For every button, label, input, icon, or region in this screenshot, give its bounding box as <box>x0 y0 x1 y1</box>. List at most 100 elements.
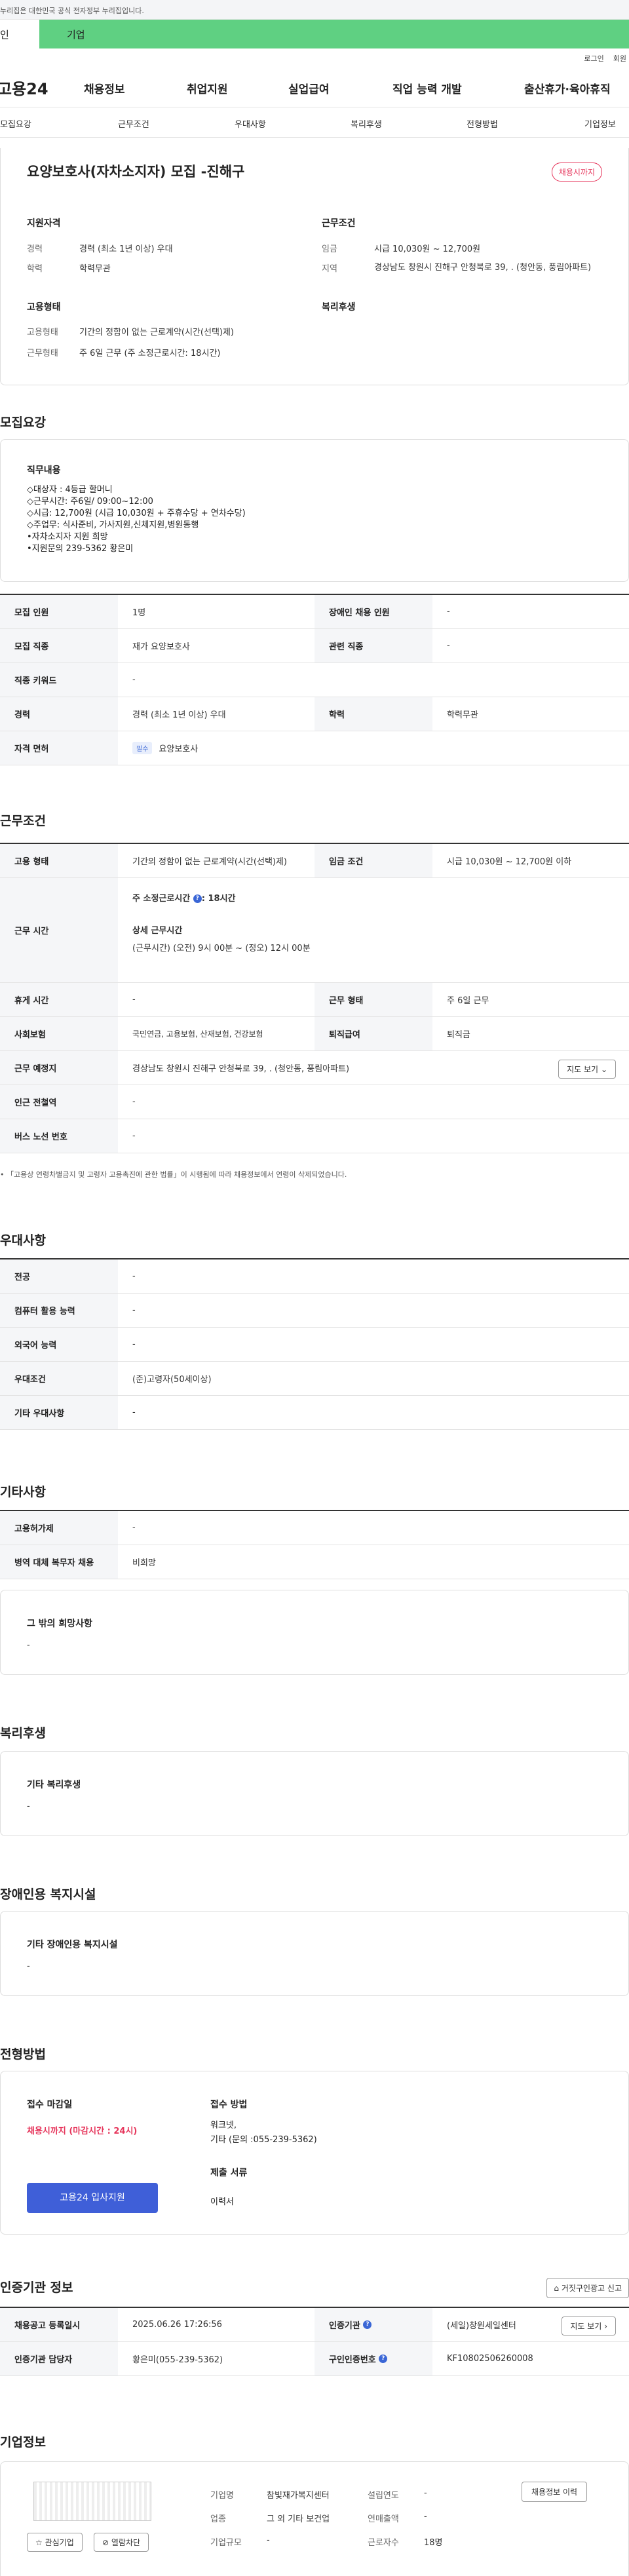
anchor-welfare[interactable]: 복리후생 <box>351 117 382 130</box>
table-row: 고용 형태 기간의 정함이 없는 근로계약(시간(선택)제) 임금 조건 시급 10… <box>0 844 629 878</box>
tab-individual[interactable]: 인 <box>0 20 39 48</box>
est-label: 설립연도 <box>368 2491 399 2501</box>
table-header-cell: 우대조건 <box>0 1362 118 1395</box>
anchor-conditions[interactable]: 근무조건 <box>118 117 149 130</box>
info-icon[interactable]: ? <box>363 2320 372 2329</box>
wage-value: 시급 10,030원 ~ 12,700원 <box>374 244 481 254</box>
deadline-title: 접수 마감일 <box>27 2100 73 2110</box>
table-cell: KF10802506260008 <box>447 2354 533 2364</box>
table-header-cell: 인근 전철역 <box>0 1085 118 1119</box>
table-cell: 퇴직금 <box>447 1030 470 1040</box>
history-button[interactable]: 채용정보 이력 <box>522 2482 588 2502</box>
table-header-cell: 고용 형태 <box>0 844 118 877</box>
company-logo <box>33 2482 151 2521</box>
anchor-process[interactable]: 전형방법 <box>467 117 498 130</box>
table-header-cell: 관련 직종 <box>314 629 432 663</box>
conditions-heading: 근무조건 <box>0 814 46 828</box>
table-cell: - <box>132 1097 136 1107</box>
duty-lines: ◇대상자 : 4등급 할머니 ◇근무시간: 주6일/ 09:00~12:00 ◇… <box>27 484 246 555</box>
info-icon[interactable]: ? <box>193 894 202 903</box>
table-cell: 비희망 <box>132 1558 156 1568</box>
table-header-cell: 임금 조건 <box>314 844 432 877</box>
table-cell: 학력무관 <box>447 710 478 720</box>
table-cell: 주 6일 근무 <box>447 996 489 1006</box>
map-button[interactable]: 지도 보기 ⌄ <box>558 1060 616 1079</box>
anchor-company[interactable]: 기업정보 <box>584 117 616 130</box>
site-logo[interactable]: 고용24 <box>0 76 83 99</box>
table-row: 사회보험 국민연금, 고용보험, 산재보험, 건강보험 퇴직급여 퇴직금 <box>0 1017 629 1051</box>
table-header-cell: 인증기관 담당자 <box>0 2342 118 2375</box>
disabled-value: - <box>27 1961 30 1971</box>
hours-cell: 주 소정근로시간 ?: 18시간 상세 근무시간 (근무시간) (오전) 9시 … <box>118 878 629 982</box>
gnb-item-training[interactable]: 직업 능력 개발 <box>392 80 462 96</box>
license-value: 요양보호사 <box>159 744 199 754</box>
block-icon: ⊘ <box>102 2538 109 2547</box>
org-value: (세일)창원세일센터 <box>447 2321 516 2331</box>
preference-table: 전공 - 컴퓨터 활용 능력 - 외국어 능력 - 우대조건 (준)고령자(50세이상)… <box>0 1258 629 1430</box>
table-cell: - <box>132 995 136 1005</box>
gnb-item-leave[interactable]: 출산휴가·육아휴직 <box>524 80 611 96</box>
table-row: 고용허가제 - <box>0 1511 629 1545</box>
age-note-text: 「고용상 연령차별금지 및 고령자 고용촉진에 관한 법률」이 시행됨에 따라 … <box>7 1170 347 1179</box>
table-cell: - <box>132 675 136 685</box>
chevron-right-icon: › <box>604 2322 607 2331</box>
table-cell: 국민연금, 고용보험, 산재보험, 건강보험 <box>132 1029 263 1039</box>
table-row: 컴퓨터 활용 능력 - <box>0 1294 629 1328</box>
login-link[interactable]: 로그인 <box>584 53 603 64</box>
edu-value: 학력무관 <box>79 264 111 274</box>
gnb-item-jobs[interactable]: 채용정보 <box>84 80 125 96</box>
deadline-badge: 채용시까지 <box>551 163 602 182</box>
block-button[interactable]: ⊘ 열람차단 <box>94 2533 149 2552</box>
career-label: 경력 <box>27 244 43 254</box>
etc-heading: 기타사항 <box>0 1485 46 1499</box>
anchor-preference[interactable]: 우대사항 <box>235 117 266 130</box>
table-header-cell: 구인인증번호 ? <box>314 2342 432 2375</box>
etc-table: 고용허가제 - 병역 대체 복무자 채용 비희망 <box>0 1510 629 1579</box>
gov-banner-text: 누리집은 대한민국 공식 전자정부 누리집입니다. <box>0 7 144 15</box>
anchor-recruit[interactable]: 모집요강 <box>0 117 31 130</box>
table-row: 병역 대체 복무자 채용 비희망 <box>0 1545 629 1579</box>
table-row: 기타 우대사항 - <box>0 1396 629 1430</box>
table-header-cell: 버스 노선 번호 <box>0 1119 118 1153</box>
agency-map-button[interactable]: 지도 보기 › <box>562 2316 616 2336</box>
gnb-item-support[interactable]: 취업지원 <box>187 80 228 96</box>
gov-banner: 누리집은 대한민국 공식 전자정부 누리집입니다. <box>0 0 629 20</box>
emptype-value: 기간의 정함이 없는 근로계약(시간(선택)제) <box>79 328 235 337</box>
table-header-cell: 모집 직종 <box>0 629 118 663</box>
hours-main-value: : 18시간 <box>201 894 236 904</box>
info-icon[interactable]: ? <box>379 2355 388 2363</box>
join-link[interactable]: 회원 <box>613 53 626 64</box>
duty-card: 직무내용 ◇대상자 : 4등급 할머니 ◇근무시간: 주6일/ 09:00~12… <box>0 439 629 582</box>
disabled-heading: 장애인용 복지시설 <box>0 1887 96 1902</box>
duty-title: 직무내용 <box>27 465 61 476</box>
agency-map-button-label: 지도 보기 <box>570 2322 602 2331</box>
other-wish-card: 그 밖의 희망사항 - <box>0 1590 629 1675</box>
tab-business[interactable]: 기업 <box>39 20 629 48</box>
duty-line: •자차소지자 지원 희망 <box>27 532 108 542</box>
welfare-title: 기타 복리후생 <box>27 1780 81 1790</box>
table-cell: 재가 요양보호사 <box>132 642 190 652</box>
gnb-item-benefit[interactable]: 실업급여 <box>288 80 330 96</box>
table-row: 버스 노선 번호 - <box>0 1119 629 1153</box>
hours-main-label: 주 소정근로시간 <box>132 894 191 904</box>
table-header-cell: 기타 우대사항 <box>0 1396 118 1429</box>
table-cell: - <box>132 1523 136 1533</box>
table-row: 전공 - <box>0 1259 629 1294</box>
career-value: 경력 (최소 1년 이상) 우대 <box>79 244 173 254</box>
other-wish-value: - <box>27 1640 30 1650</box>
apply-button[interactable]: 고용24 입사지원 <box>27 2183 158 2213</box>
method-lines: 워크넷, 기타 (문의 :055-239-5362) <box>210 2119 317 2147</box>
duty-line: ◇대상자 : 4등급 할머니 <box>27 485 113 495</box>
org-cell: (세일)창원세일센터 지도 보기 › <box>432 2308 629 2341</box>
welfare-card: 기타 복리후생 - <box>0 1751 629 1836</box>
method-title: 접수 방법 <box>210 2100 248 2110</box>
report-button-label: 거짓구인광고 신고 <box>561 2284 622 2293</box>
process-heading: 전형방법 <box>0 2047 46 2062</box>
interest-button[interactable]: ☆ 관심기업 <box>27 2533 83 2552</box>
table-row: 근무 예정지 경상남도 창원시 진해구 안청북로 39, . (청안동, 풍림아… <box>0 1051 629 1085</box>
table-header-cell: 전공 <box>0 1259 118 1293</box>
cond-heading: 근무조건 <box>322 218 356 229</box>
docs-value: 이력서 <box>210 2197 234 2207</box>
report-button[interactable]: ⌂ 거짓구인광고 신고 <box>546 2278 629 2298</box>
table-header-cell: 병역 대체 복무자 채용 <box>0 1545 118 1579</box>
